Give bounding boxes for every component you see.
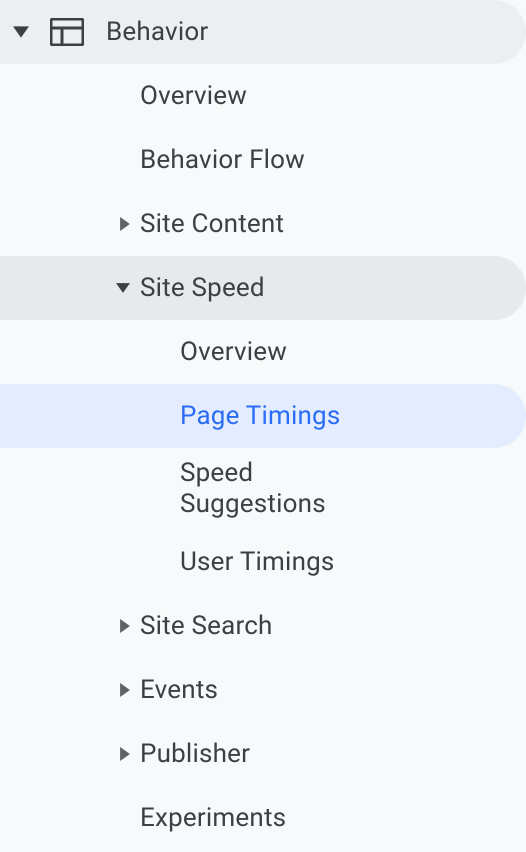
nav-section-label: Behavior bbox=[92, 17, 502, 47]
nav-subitem-page-timings[interactable]: Page Timings bbox=[0, 384, 526, 448]
nav-subitem-label: User Timings bbox=[180, 547, 502, 577]
chevron-down-icon bbox=[0, 26, 42, 38]
nav-section-behavior[interactable]: Behavior bbox=[0, 0, 526, 64]
nav-item-label: Site Search bbox=[140, 611, 502, 641]
chevron-right-icon bbox=[92, 619, 140, 633]
behavior-icon bbox=[42, 18, 92, 46]
nav-subitem-label: Page Timings bbox=[180, 401, 502, 431]
nav-item-site-speed[interactable]: Site Speed bbox=[0, 256, 526, 320]
nav-item-label: Site Content bbox=[140, 209, 502, 239]
nav-item-label: Events bbox=[140, 675, 502, 705]
nav-item-label: Overview bbox=[140, 81, 502, 111]
nav-subitem-label: Overview bbox=[180, 337, 502, 367]
nav-item-site-content[interactable]: Site Content bbox=[0, 192, 526, 256]
nav-subitem-site-speed-overview[interactable]: Overview bbox=[0, 320, 526, 384]
nav-item-label: Behavior Flow bbox=[140, 145, 502, 175]
nav-item-publisher[interactable]: Publisher bbox=[0, 722, 526, 786]
chevron-right-icon bbox=[92, 683, 140, 697]
nav-item-overview[interactable]: Overview bbox=[0, 64, 526, 128]
nav-subitem-speed-suggestions[interactable]: Speed Suggestions bbox=[0, 448, 526, 530]
chevron-down-icon bbox=[92, 283, 140, 293]
nav-subitem-label: Speed Suggestions bbox=[180, 458, 502, 520]
nav-item-label: Site Speed bbox=[140, 273, 502, 303]
nav-item-site-search[interactable]: Site Search bbox=[0, 594, 526, 658]
nav-item-label: Publisher bbox=[140, 739, 502, 769]
chevron-right-icon bbox=[92, 747, 140, 761]
nav-item-experiments[interactable]: Experiments bbox=[0, 786, 526, 850]
nav-subitem-user-timings[interactable]: User Timings bbox=[0, 530, 526, 594]
nav-item-behavior-flow[interactable]: Behavior Flow bbox=[0, 128, 526, 192]
nav-item-label: Experiments bbox=[140, 803, 502, 833]
chevron-right-icon bbox=[92, 217, 140, 231]
sidebar-nav: Behavior Overview Behavior Flow Site Con… bbox=[0, 0, 526, 850]
nav-item-events[interactable]: Events bbox=[0, 658, 526, 722]
